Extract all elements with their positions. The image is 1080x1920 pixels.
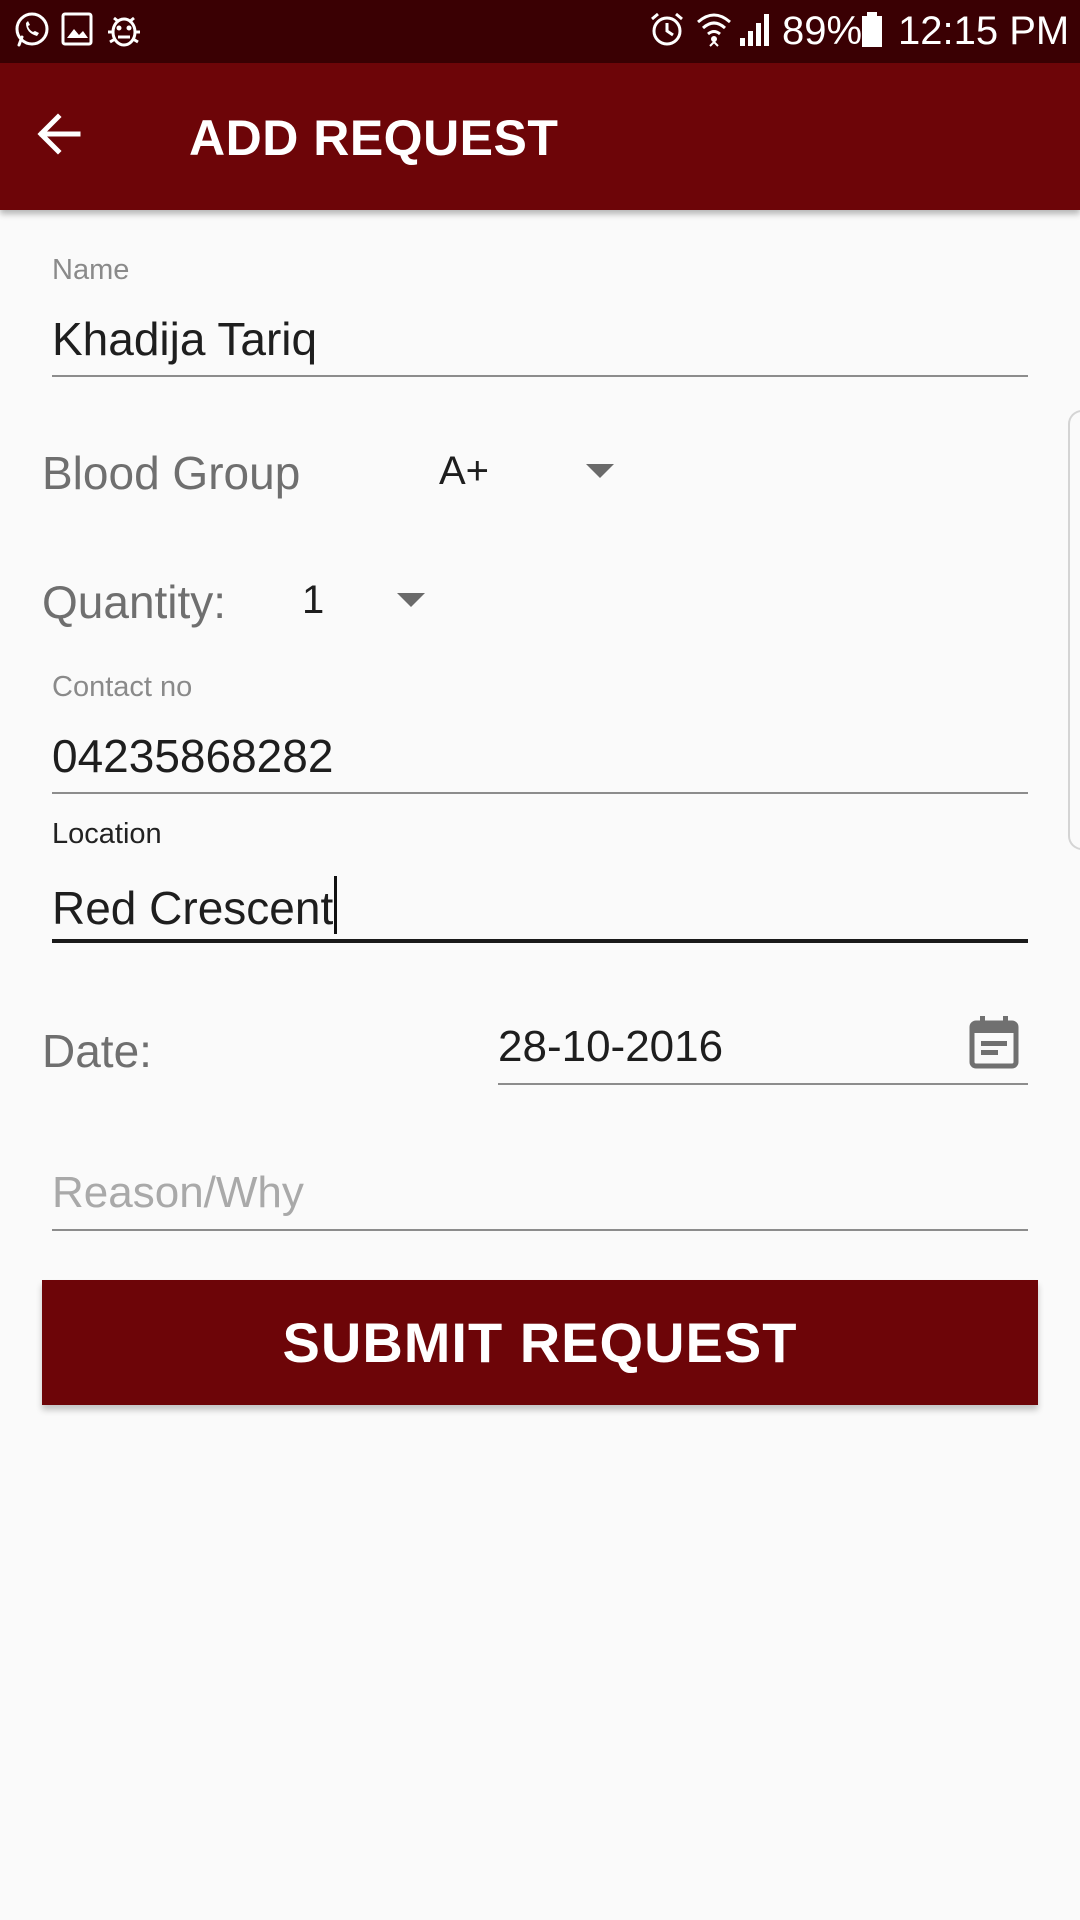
location-text: Red Crescent (52, 882, 334, 934)
wifi-icon (694, 10, 734, 55)
page-title: ADD REQUEST (189, 110, 559, 166)
battery-percent: 89% (782, 9, 863, 53)
contact-label: Contact no (52, 671, 193, 703)
calendar-icon[interactable] (968, 1014, 1020, 1075)
alarm-icon (648, 10, 686, 55)
blood-group-spinner[interactable]: A+ (430, 440, 630, 504)
add-request-screen: 89% 12:15 PM ADD REQUEST Name Khadija Ta… (0, 0, 1080, 1920)
location-underline (52, 939, 1028, 943)
location-input[interactable]: Red Crescent (52, 876, 338, 935)
name-input[interactable]: Khadija Tariq (52, 312, 317, 366)
edge-panel-handle[interactable] (1068, 410, 1080, 850)
date-picker-field[interactable]: 28-10-2016 (498, 1010, 1028, 1086)
back-button[interactable] (28, 101, 94, 167)
contact-underline (52, 792, 1028, 794)
status-bar: 89% 12:15 PM (0, 0, 1080, 63)
blood-group-value: A+ (439, 449, 490, 493)
blood-group-dropdown-icon (586, 464, 614, 478)
date-underline (498, 1083, 1028, 1085)
name-underline (52, 375, 1028, 377)
contact-input[interactable]: 04235868282 (52, 729, 333, 783)
bug-icon (104, 10, 144, 55)
clock-time: 12:15 PM (898, 9, 1070, 53)
location-label: Location (52, 818, 162, 850)
text-cursor (334, 876, 338, 934)
name-label: Name (52, 254, 130, 286)
reason-input[interactable]: Reason/Why (52, 1168, 304, 1218)
app-toolbar: ADD REQUEST (0, 63, 1080, 210)
reason-underline (52, 1229, 1028, 1231)
whatsapp-icon (12, 10, 52, 55)
quantity-dropdown-icon (397, 593, 425, 607)
quantity-spinner[interactable]: 1 (290, 568, 440, 632)
signal-icon (738, 10, 774, 55)
date-label: Date: (42, 1025, 152, 1077)
arrow-back-icon (37, 113, 81, 155)
date-value: 28-10-2016 (498, 1022, 724, 1071)
quantity-label: Quantity: (42, 576, 227, 628)
submit-request-button[interactable]: SUBMIT REQUEST (42, 1280, 1038, 1405)
blood-group-label: Blood Group (42, 447, 301, 499)
battery-icon (860, 10, 884, 55)
gallery-icon (60, 10, 96, 55)
quantity-value: 1 (302, 578, 325, 622)
